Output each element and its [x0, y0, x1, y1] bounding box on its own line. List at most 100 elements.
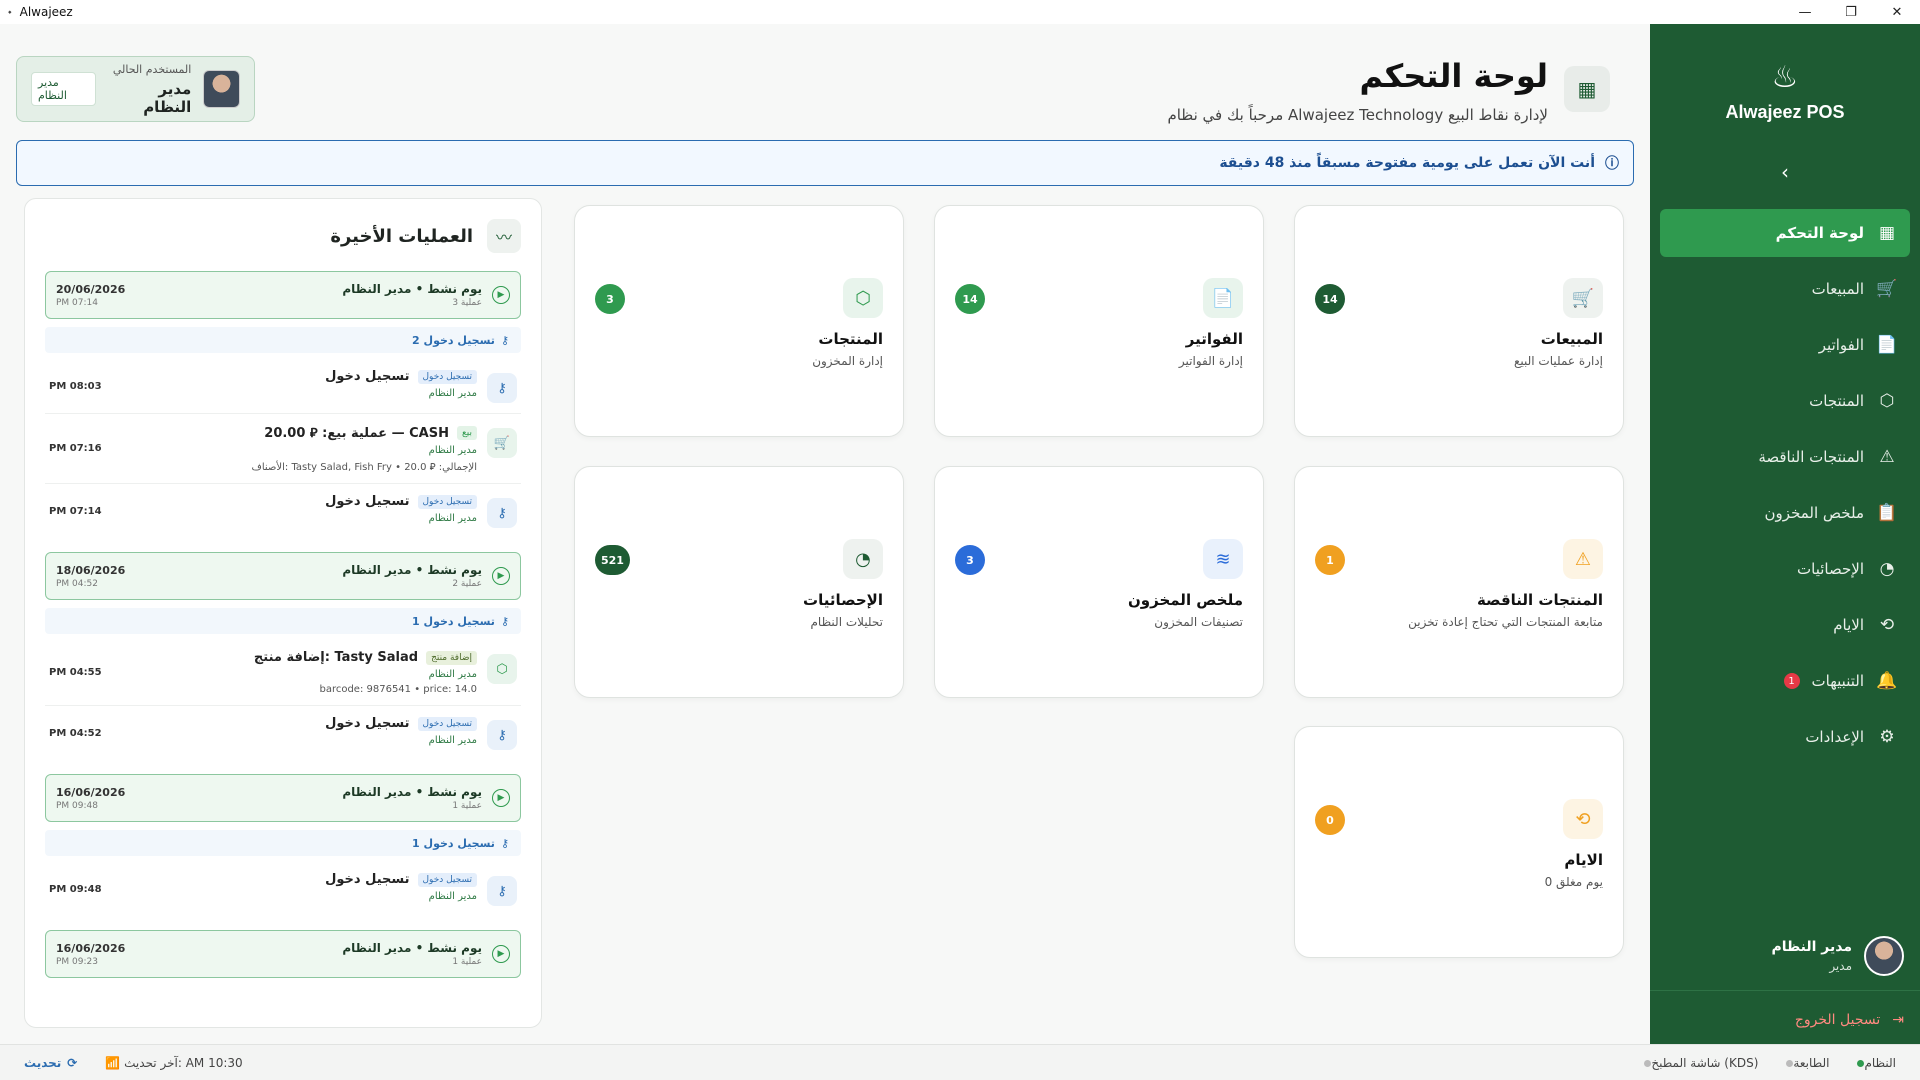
sidebar-item-label: الايام	[1833, 616, 1864, 634]
play-icon: ▶	[492, 945, 510, 963]
card-invoices[interactable]: 📄 14 الفواتير إدارة الفواتير	[934, 205, 1264, 437]
stats-icon: ◔	[843, 539, 883, 579]
activity-item[interactable]: 🛒 بيع عملية بيع: ⃁ 20.00 — CASH مدير النظام…	[45, 414, 521, 484]
card-title: الفواتير	[1185, 330, 1243, 348]
day-date: 16/06/2026	[56, 941, 126, 955]
status-indicator: النظام	[1851, 1056, 1896, 1070]
sidebar-item-7[interactable]: ⟲ الايام	[1660, 601, 1910, 649]
card-subtitle: إدارة عمليات البيع	[1514, 354, 1603, 368]
sidebar-item-label: الفواتير	[1818, 336, 1864, 354]
logout-button[interactable]: ⇥ تسجيل الخروج	[1795, 1012, 1904, 1028]
collapse-sidebar-button[interactable]: ‹	[1650, 160, 1920, 184]
brand-name: Alwajeez POS	[1725, 102, 1845, 122]
wifi-icon: 📶	[105, 1055, 121, 1070]
key-icon: ⚷	[487, 876, 517, 906]
card-inventory[interactable]: ≋ 3 ملخص المخزون تصنيفات المخزون	[934, 466, 1264, 698]
sidebar-item-0[interactable]: ▦ لوحة التحكم	[1660, 209, 1910, 257]
page-title: لوحة التحكم	[1359, 57, 1549, 95]
sidebar-item-9[interactable]: ⚙ الإعدادات	[1660, 713, 1910, 761]
sidebar-item-4[interactable]: ⚠ المنتجات الناقصة	[1660, 433, 1910, 481]
card-low-stock[interactable]: ⚠ 1 المنتجات الناقصة متابعة المنتجات التي ت…	[1294, 466, 1624, 698]
activity-title: العمليات الأخيرة	[330, 225, 473, 247]
key-icon: ⚷	[500, 333, 509, 347]
key-icon: ⚷	[500, 836, 509, 850]
sidebar-user: مدير النظام مدير	[1771, 936, 1904, 976]
nav-icon: ⟲	[1879, 615, 1895, 635]
activity-time: PM 08:03	[49, 380, 102, 392]
nav-icon: ⬡	[1879, 391, 1895, 411]
status-indicator: الطابعة	[1780, 1056, 1829, 1070]
activity-item-text: تسجيل دخول تسجيل دخول مدير النظام	[139, 369, 477, 399]
activity-tag: تسجيل دخول	[417, 872, 477, 887]
status-indicator: شاشة المطبخ (KDS)	[1638, 1056, 1758, 1070]
activity-item[interactable]: ⚷ تسجيل دخول تسجيل دخول مدير النظام PM 09:48	[45, 862, 521, 916]
cart-icon: 🛒	[487, 428, 517, 458]
close-button[interactable]: ✕	[1874, 0, 1920, 24]
card-sales[interactable]: 🛒 14 المبيعات إدارة عمليات البيع	[1294, 205, 1624, 437]
sidebar-item-2[interactable]: 📄 الفواتير	[1660, 321, 1910, 369]
sidebar-item-6[interactable]: ◔ الإحصائيات	[1660, 545, 1910, 593]
nav-icon: 🛒	[1876, 279, 1898, 299]
sidebar-item-label: الإعدادات	[1805, 728, 1864, 746]
card-days[interactable]: ⟲ 0 الايام 0 يوم مغلق	[1294, 726, 1624, 958]
activity-name: تسجيل دخول	[325, 369, 410, 384]
day-datetime: 20/06/2026 PM 07:14	[56, 283, 125, 308]
sidebar-item-8[interactable]: 🔔 التنبيهات 1	[1660, 657, 1910, 705]
days-icon: ⟲	[1563, 799, 1603, 839]
activity-name: تسجيل دخول	[325, 716, 410, 731]
count-badge: 0	[1315, 805, 1345, 835]
open-day-notice: ⓘ أنت الآن تعمل على يومية مفتوحة مسبقاً …	[16, 140, 1634, 186]
card-subtitle: تصنيفات المخزون	[1154, 615, 1243, 629]
sidebar-item-label: ملخص المخزون	[1764, 504, 1864, 522]
day-time: PM 04:52	[56, 578, 98, 589]
recent-activity-panel: 〰 العمليات الأخيرة ▶ يوم نشط • مدير النظا…	[24, 198, 542, 1028]
refresh-button[interactable]: تحديث ⟳	[24, 1056, 77, 1070]
activity-item-line: تسجيل دخول تسجيل دخول	[139, 716, 477, 731]
activity-item[interactable]: ⚷ تسجيل دخول تسجيل دخول مدير النظام PM 08:03	[45, 359, 521, 414]
sidebar-item-1[interactable]: 🛒 المبيعات	[1660, 265, 1910, 313]
count-badge: 1	[1315, 545, 1345, 575]
day-header[interactable]: ▶ يوم نشط • مدير النظام 2 عملية 18/06/2026 P…	[45, 552, 521, 600]
activity-day-group: ▶ يوم نشط • مدير النظام 1 عملية 16/06/2026 P…	[45, 930, 521, 978]
day-count: 2 عملية	[452, 579, 482, 589]
key-icon: ⚷	[487, 373, 517, 403]
login-summary: ⚷ 2 تسجيل دخول	[45, 327, 521, 353]
day-header[interactable]: ▶ يوم نشط • مدير النظام 1 عملية 16/06/2026 P…	[45, 930, 521, 978]
activity-item[interactable]: ⬡ إضافة منتج إضافة منتج: Tasty Salad مدير ا…	[45, 640, 521, 706]
notice-text: أنت الآن تعمل على يومية مفتوحة مسبقاً من…	[1219, 155, 1595, 171]
minimize-button[interactable]: —	[1782, 0, 1828, 24]
role-badge: مدير النظام	[31, 72, 97, 106]
sidebar-item-5[interactable]: 📋 ملخص المخزون	[1660, 489, 1910, 537]
day-header[interactable]: ▶ يوم نشط • مدير النظام 3 عملية 20/06/2026 P…	[45, 271, 521, 319]
day-title: يوم نشط • مدير النظام	[342, 785, 482, 799]
activity-time: PM 07:16	[49, 443, 102, 454]
activity-item-text: تسجيل دخول تسجيل دخول مدير النظام	[139, 494, 477, 524]
card-subtitle: 0 يوم مغلق	[1544, 875, 1603, 889]
activity-item[interactable]: ⚷ تسجيل دخول تسجيل دخول مدير النظام PM 04:52	[45, 706, 521, 760]
day-count: 1 عملية	[452, 957, 482, 967]
activity-item[interactable]: ⚷ تسجيل دخول تسجيل دخول مدير النظام PM 07:14	[45, 484, 521, 538]
activity-item-text: تسجيل دخول تسجيل دخول مدير النظام	[139, 716, 477, 746]
card-title: المبيعات	[1540, 330, 1603, 348]
activity-name: عملية بيع: ⃁ 20.00 — CASH	[264, 426, 449, 441]
dashboard-grid-icon: ▦	[1564, 66, 1610, 112]
activity-item-text: بيع عملية بيع: ⃁ 20.00 — CASH مدير النظام ا…	[139, 424, 477, 473]
day-header[interactable]: ▶ يوم نشط • مدير النظام 1 عملية 16/06/2026 P…	[45, 774, 521, 822]
card-products[interactable]: ⬡ 3 المنتجات إدارة المخزون	[574, 205, 904, 437]
activity-tag: تسجيل دخول	[417, 716, 477, 731]
current-user-name: مدير النظام	[143, 79, 192, 116]
status-label: الطابعة	[1793, 1055, 1830, 1070]
sidebar-item-3[interactable]: ⬡ المنتجات	[1660, 377, 1910, 425]
login-summary: ⚷ 1 تسجيل دخول	[45, 830, 521, 856]
restore-button[interactable]: ❐	[1828, 0, 1874, 24]
day-info: يوم نشط • مدير النظام 2 عملية	[135, 563, 482, 589]
nav-icon: 🔔	[1876, 671, 1898, 691]
card-stats[interactable]: ◔ 521 الإحصائيات تحليلات النظام	[574, 466, 904, 698]
status-indicators: النظام الطابعة شاشة المطبخ (KDS)	[1638, 1056, 1896, 1070]
logout-label: تسجيل الخروج	[1794, 1012, 1881, 1028]
sidebar-item-label: الإحصائيات	[1797, 560, 1864, 578]
refresh-icon: ⟳	[67, 1055, 78, 1070]
window-titlebar: ⬩ Alwajeez — ❐ ✕	[0, 0, 1920, 24]
activity-name: تسجيل دخول	[325, 494, 410, 509]
activity-list[interactable]: ▶ يوم نشط • مدير النظام 3 عملية 20/06/2026 P…	[45, 271, 521, 1011]
